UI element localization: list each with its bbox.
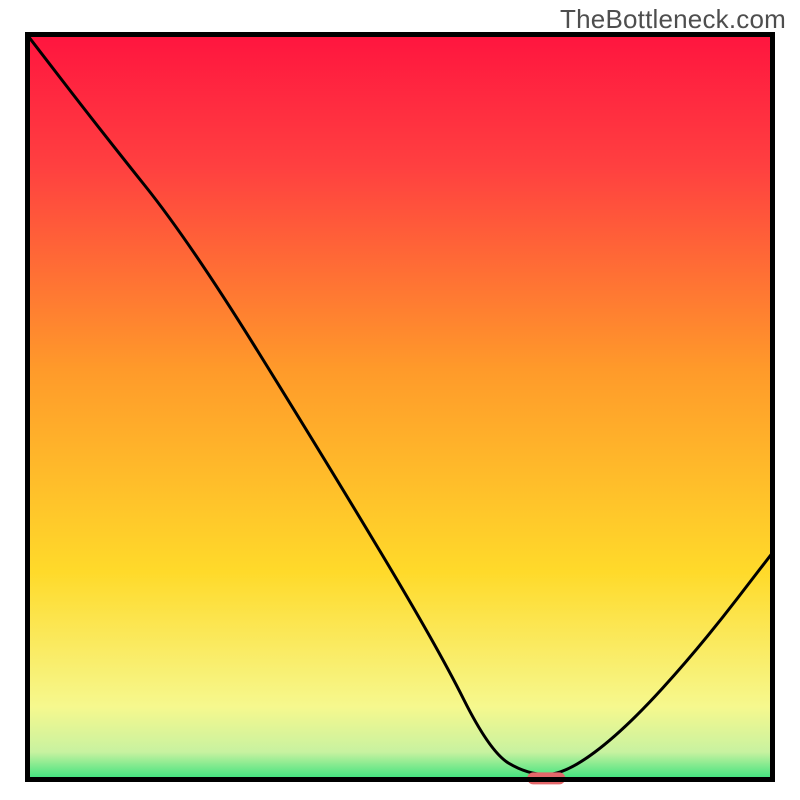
plot-area (25, 32, 775, 782)
bottleneck-chart: TheBottleneck.com (0, 0, 800, 800)
gradient-background (25, 32, 775, 782)
watermark-text: TheBottleneck.com (560, 4, 786, 35)
